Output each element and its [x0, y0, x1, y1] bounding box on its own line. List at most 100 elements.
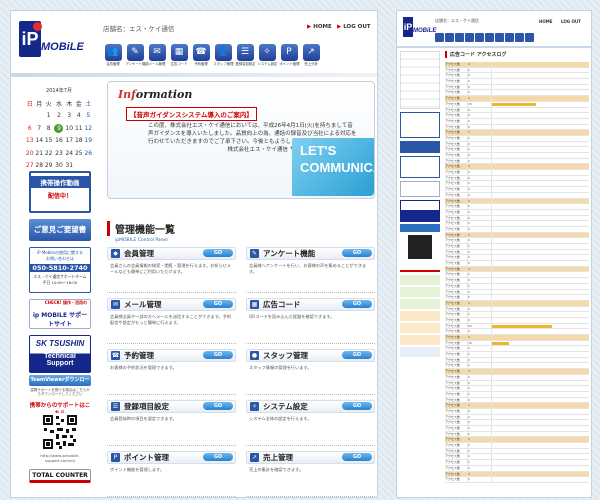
- day[interactable]: 1: [44, 110, 53, 123]
- nav-button[interactable]: [495, 33, 504, 42]
- nav-button[interactable]: [445, 33, 454, 42]
- teamviewer-button[interactable]: [400, 224, 440, 232]
- day[interactable]: 25: [74, 147, 83, 160]
- nav-item-staff[interactable]: 👤 スタッフ管理: [213, 44, 233, 67]
- day[interactable]: 21: [34, 147, 43, 160]
- logout-link[interactable]: LOG OUT: [561, 19, 581, 24]
- row-bar-cell: [491, 113, 589, 118]
- sidebar-link[interactable]: [400, 335, 440, 345]
- day[interactable]: 20: [25, 147, 34, 160]
- day[interactable]: 26: [84, 147, 94, 160]
- phone-banner[interactable]: [400, 156, 440, 178]
- day[interactable]: 14: [34, 135, 43, 148]
- go-button[interactable]: GO: [342, 453, 372, 461]
- list-icon: ☰: [111, 402, 120, 411]
- phone-banner[interactable]: iP Mobileの使用に関する お問い合わせは 050-5810-2740 エ…: [29, 247, 91, 293]
- day[interactable]: 13: [25, 135, 34, 148]
- row-count: 0: [467, 431, 491, 437]
- home-link[interactable]: HOME: [539, 19, 552, 24]
- day[interactable]: 11: [74, 122, 83, 135]
- sk-support-banner[interactable]: [400, 200, 440, 222]
- row-count: 0: [467, 369, 491, 374]
- day[interactable]: 19: [84, 135, 94, 148]
- day[interactable]: 4: [74, 110, 83, 123]
- nav-item-sales[interactable]: ↗ 売上分析: [301, 44, 321, 67]
- nav-button[interactable]: [475, 33, 484, 42]
- nav-item-mail[interactable]: ✉ メール管理: [147, 44, 167, 67]
- day[interactable]: 22: [44, 147, 53, 160]
- day[interactable]: 18: [74, 135, 83, 148]
- go-button[interactable]: GO: [203, 300, 233, 308]
- nav-item-members[interactable]: 👥 会員管理: [103, 44, 123, 67]
- pencil-icon: ✎: [250, 249, 259, 258]
- nav-button[interactable]: [455, 33, 464, 42]
- nav-item-reservation[interactable]: ☎ 予約管理: [191, 44, 211, 67]
- go-button[interactable]: GO: [203, 249, 233, 257]
- day[interactable]: 5: [84, 110, 94, 123]
- sidebar-link[interactable]: [400, 323, 440, 333]
- ip-mobile-logo[interactable]: iP MOBiLE: [403, 17, 436, 41]
- day[interactable]: 12: [84, 122, 94, 135]
- sidebar-link[interactable]: [400, 299, 440, 309]
- sidebar-link[interactable]: [400, 347, 440, 357]
- sidebar-link[interactable]: [400, 287, 440, 297]
- day[interactable]: 8: [44, 122, 53, 135]
- information-headline[interactable]: 【音声ガイダンスシステム導入のご案内】: [126, 107, 257, 121]
- day[interactable]: 23: [53, 147, 64, 160]
- day[interactable]: 17: [65, 135, 74, 148]
- teamviewer-button[interactable]: TeamViewerダウンロード: [29, 375, 91, 394]
- day[interactable]: 10: [65, 122, 74, 135]
- go-button[interactable]: GO: [203, 453, 233, 461]
- day-today[interactable]: 9: [53, 122, 64, 135]
- day[interactable]: [34, 110, 43, 123]
- day[interactable]: 15: [44, 135, 53, 148]
- nav-item-fields[interactable]: ☰ 登録項目設定: [235, 44, 255, 67]
- request-banner[interactable]: [400, 141, 440, 153]
- nav-button[interactable]: [485, 33, 494, 42]
- sk-support-banner[interactable]: SK TSUSHIN Technical Support: [29, 335, 91, 373]
- row-count: 0: [467, 192, 491, 198]
- day[interactable]: 24: [65, 147, 74, 160]
- day[interactable]: [25, 110, 34, 123]
- home-link[interactable]: ▶ HOME: [307, 24, 332, 30]
- nav-button[interactable]: [465, 33, 474, 42]
- row-bar-cell: [491, 141, 589, 147]
- support-site-banner[interactable]: CHECK! 操作・活用の ip MOBILE サポートサイト: [29, 299, 91, 329]
- video-banner[interactable]: 携帯操作動画 配信中！: [29, 171, 91, 213]
- sidebar-link[interactable]: [400, 275, 440, 285]
- go-button[interactable]: GO: [203, 402, 233, 410]
- go-button[interactable]: GO: [203, 351, 233, 359]
- nav-item-system[interactable]: ✧ システム設定: [257, 44, 277, 67]
- row-bar-cell: [491, 426, 589, 431]
- go-button[interactable]: GO: [342, 249, 372, 257]
- mobile-support-link[interactable]: 携帯からのサポートはこちら: [29, 401, 91, 417]
- nav-item-survey[interactable]: ✎ アンケート機能: [125, 44, 149, 67]
- support-site-banner[interactable]: [400, 181, 440, 197]
- day[interactable]: 3: [65, 110, 74, 123]
- logout-link[interactable]: ▶ LOG OUT: [337, 24, 371, 30]
- nav-button[interactable]: [505, 33, 514, 42]
- card-fields: ☰ 登録項目設定 GO 会員登録時の項目を設定できます。: [107, 400, 236, 446]
- support-url[interactable]: http://www.ipmobile-support.com/m/: [29, 453, 91, 465]
- day[interactable]: 16: [53, 135, 64, 148]
- nav-button[interactable]: [525, 33, 534, 42]
- day[interactable]: 7: [34, 122, 43, 135]
- row-bar-cell: [491, 232, 589, 238]
- ip-mobile-logo[interactable]: iP MOBiLE: [19, 21, 93, 63]
- request-banner[interactable]: ご意見ご要望書: [29, 219, 91, 241]
- video-banner[interactable]: [400, 112, 440, 138]
- day[interactable]: 6: [25, 122, 34, 135]
- go-button[interactable]: GO: [342, 300, 372, 308]
- nav-button[interactable]: [435, 33, 444, 42]
- row-label: アクセス数: [445, 215, 460, 220]
- day[interactable]: 2: [53, 110, 64, 123]
- row-label: アクセス数: [445, 460, 460, 465]
- nav-item-adcode[interactable]: ▦ 広告コード: [169, 44, 189, 67]
- row-label: アクセス数: [445, 357, 460, 362]
- go-button[interactable]: GO: [342, 351, 372, 359]
- sidebar-link[interactable]: [400, 311, 440, 321]
- row-bar-cell: [491, 460, 589, 465]
- nav-item-points[interactable]: P ポイント管理: [279, 44, 299, 67]
- nav-button[interactable]: [515, 33, 524, 42]
- go-button[interactable]: GO: [342, 402, 372, 410]
